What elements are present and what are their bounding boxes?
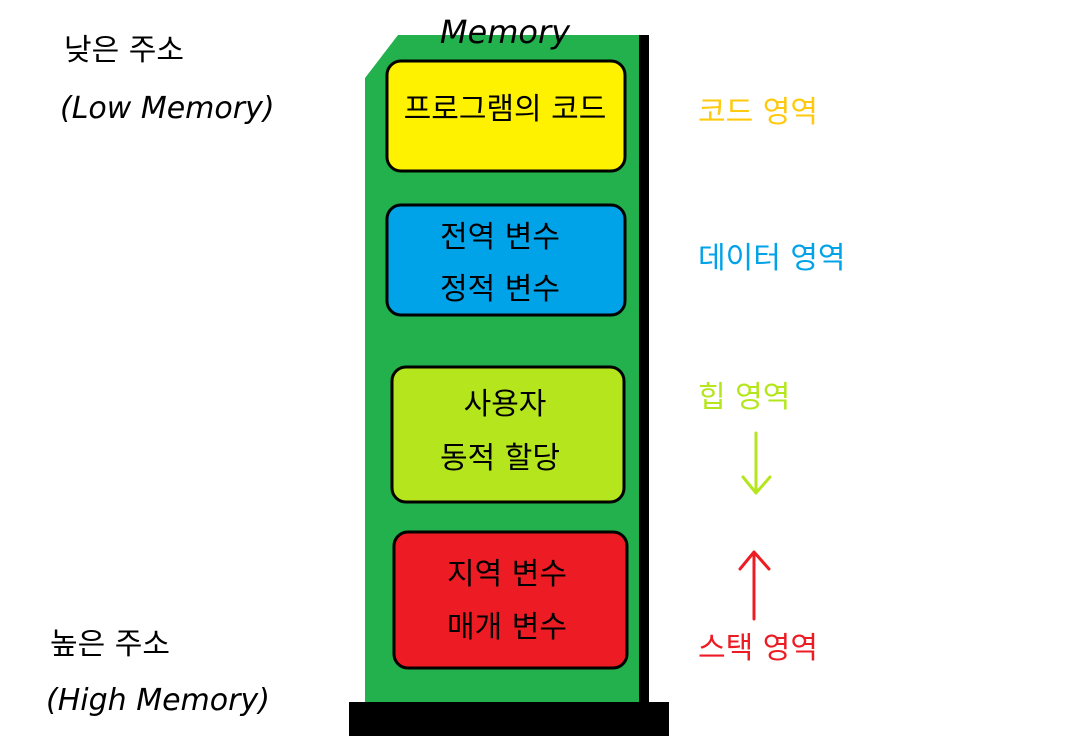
memory-board-base (349, 702, 669, 736)
stack-block (392, 530, 629, 670)
heap-block-line-1: 사용자 (464, 387, 547, 422)
data-region-label: 데이터 영역 (698, 241, 846, 276)
heap-region-label: 힙 영역 (698, 380, 790, 415)
low-memory-label: (Low Memory) (60, 91, 275, 126)
data-block-line-1: 전역 변수 (440, 220, 560, 255)
code-block-line-1: 프로그램의 코드 (404, 92, 607, 127)
data-block-line-2: 정적 변수 (440, 272, 560, 307)
memory-title: Memory (440, 13, 571, 51)
stack-growth-arrow-up (738, 550, 771, 621)
stack-block-line-2: 매개 변수 (447, 610, 567, 645)
low-address-label: 낮은 주소 (64, 33, 184, 68)
memory-board-right-edge (639, 35, 649, 703)
high-memory-label: (High Memory) (46, 683, 270, 718)
heap-block-line-2: 동적 할당 (440, 441, 560, 476)
heap-growth-arrow-down (741, 431, 772, 495)
stack-block-line-1: 지역 변수 (447, 557, 567, 592)
code-region-label: 코드 영역 (698, 95, 818, 130)
memory-layout-diagram: Memory 프로그램의 코드 전역 변수 정적 변수 사용자 동적 할당 지역… (46, 13, 846, 736)
stack-region-label: 스택 영역 (698, 631, 818, 666)
high-address-label: 높은 주소 (50, 627, 170, 662)
